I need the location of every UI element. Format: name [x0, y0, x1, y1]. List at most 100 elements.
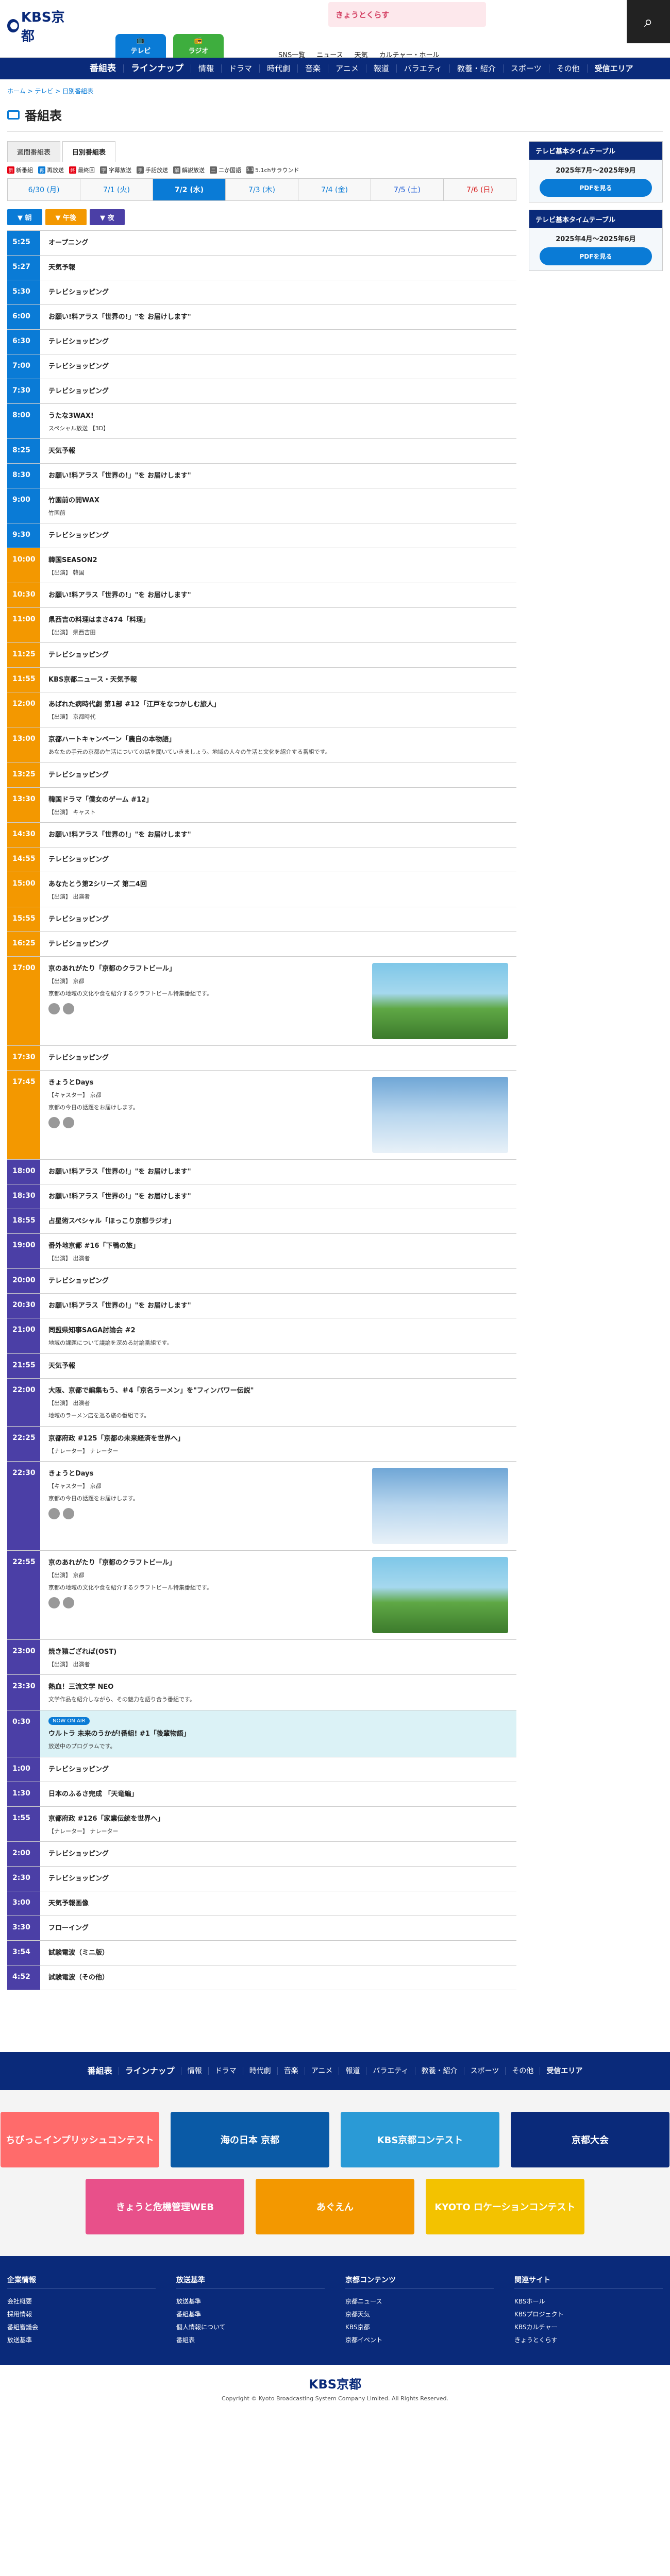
gnav-area[interactable]: 受信エリア	[588, 64, 641, 73]
program-title[interactable]: あなたとう第2シリーズ 第二4回	[48, 878, 508, 888]
program-row[interactable]: 9:30 テレビショッピング	[7, 523, 516, 548]
share-icon[interactable]	[48, 1597, 60, 1609]
breadcrumb[interactable]: ホーム > テレビ > 日別番組表	[0, 79, 670, 103]
program-cell[interactable]: テレビショッピング	[40, 932, 516, 956]
program-row[interactable]: 18:00 お願い!料アラス「世界の!」"を お届けします"	[7, 1160, 516, 1185]
program-title[interactable]: 大阪、京都で編集もう、＃4「京名ラーメン」を"フィンパワー伝説"	[48, 1385, 508, 1395]
program-cell[interactable]: 天気予報	[40, 439, 516, 463]
gnav-schedule[interactable]: 番組表	[82, 64, 124, 73]
program-row[interactable]: 13:00 京都ハートキャンペーン「農自の本物語」 あなたの手元の京都の生活について…	[7, 727, 516, 764]
program-title[interactable]: お願い!料アラス「世界の!」"を お届けします"	[48, 1300, 508, 1310]
date-tab[interactable]: 7/2 (水)	[153, 179, 226, 200]
program-title[interactable]: 京都ハートキャンペーン「農自の本物語」	[48, 734, 508, 743]
program-row[interactable]: 6:30 テレビショッピング	[7, 330, 516, 354]
gnav-item[interactable]: スポーツ	[504, 64, 549, 73]
date-tab[interactable]: 7/3 (木)	[226, 179, 298, 200]
program-row[interactable]: 22:25 京都府政 #125「京都の未来経済を世界へ」 【ナレーター】 ナレーター	[7, 1427, 516, 1462]
program-title[interactable]: 竹園前の開WAX	[48, 495, 508, 504]
program-row[interactable]: 3:54 試験電波（ミニ版）	[7, 1941, 516, 1966]
program-title[interactable]: テレビショッピング	[48, 913, 508, 923]
gnav-item[interactable]: その他	[549, 64, 588, 73]
tv-mode-button[interactable]: 📺 テレビ	[115, 34, 166, 58]
program-title[interactable]: 京のあれがたり「京都のクラフトビール」	[48, 1557, 364, 1567]
program-title[interactable]: 番外地京都 #16「下鴨の旅」	[48, 1240, 508, 1250]
program-row[interactable]: 18:30 お願い!料アラス「世界の!」"を お届けします"	[7, 1184, 516, 1210]
program-row[interactable]: 10:30 お願い!料アラス「世界の!」"を お届けします"	[7, 583, 516, 608]
program-row[interactable]: 0:30 NOW ON AIR ウルトラ 未来のうかが!番組! #1「後輩物語」 放送…	[7, 1710, 516, 1758]
top-link[interactable]: カルチャー・ホール	[379, 49, 440, 59]
program-title[interactable]: 天気予報画像	[48, 1897, 508, 1907]
program-title[interactable]: テレビショッピング	[48, 361, 508, 370]
program-thumbnail[interactable]	[372, 963, 508, 1040]
program-row[interactable]: 22:30 きょうとDays 【キャスター】 京都 京都の今日の話題をお届けします。	[7, 1462, 516, 1551]
footnav-item[interactable]: アニメ	[305, 2067, 340, 2076]
program-title[interactable]: テレビショッピング	[48, 385, 508, 395]
program-title[interactable]: 県西吉の料理はまさ474「料理」	[48, 614, 508, 624]
program-row[interactable]: 17:00 京のあれがたり「京都のクラフトビール」 【出演】 京都 京都の地域の文化や…	[7, 957, 516, 1046]
footnav-item[interactable]: バラエティ	[366, 2067, 415, 2076]
program-row[interactable]: 5:27 天気予報	[7, 256, 516, 280]
program-row[interactable]: 11:55 KBS京都ニュース・天気予報	[7, 668, 516, 692]
program-row[interactable]: 23:30 熱血！三流文学 NEO 文学作品を紹介しながら、その魅力を語り合う番組で…	[7, 1675, 516, 1711]
program-row[interactable]: 18:55 占星術スペシャル「ほっこり京都ラジオ」	[7, 1209, 516, 1234]
program-title[interactable]: 天気予報	[48, 445, 508, 455]
promo-banner[interactable]: あぐえん	[256, 2179, 414, 2235]
footer-link[interactable]: 番組表	[176, 2333, 325, 2346]
program-title[interactable]: お願い!料アラス「世界の!」"を お届けします"	[48, 1191, 508, 1200]
tab-daily[interactable]: 日別番組表	[62, 141, 116, 162]
share-icon[interactable]	[63, 1508, 74, 1520]
program-cell[interactable]: テレビショッピング	[40, 354, 516, 379]
program-row[interactable]: 21:55 天気予報	[7, 1354, 516, 1379]
program-row[interactable]: 7:30 テレビショッピング	[7, 379, 516, 404]
program-title[interactable]: ウルトラ 未来のうかが!番組! #1「後輩物語」	[48, 1728, 508, 1738]
program-title[interactable]: 韓国SEASON2	[48, 554, 508, 564]
program-cell[interactable]: 京都ハートキャンペーン「農自の本物語」 あなたの手元の京都の生活についての話を聞い…	[40, 727, 516, 762]
program-cell[interactable]: お願い!料アラス「世界の!」"を お届けします"	[40, 1294, 516, 1318]
footer-logo[interactable]: KBS京都	[309, 2374, 361, 2392]
footnav-item[interactable]: 報道	[339, 2067, 367, 2076]
radio-mode-button[interactable]: 📻 ラジオ	[173, 34, 224, 58]
program-cell[interactable]: テレビショッピング	[40, 523, 516, 548]
program-title[interactable]: テレビショッピング	[48, 530, 508, 539]
program-cell[interactable]: 京都府政 #125「京都の未来経済を世界へ」 【ナレーター】 ナレーター	[40, 1427, 516, 1461]
program-cell[interactable]: テレビショッピング	[40, 379, 516, 403]
share-icon[interactable]	[63, 1117, 74, 1129]
program-row[interactable]: 20:00 テレビショッピング	[7, 1269, 516, 1294]
program-cell[interactable]: 番外地京都 #16「下鴨の旅」 【出演】 出演者	[40, 1234, 516, 1268]
program-title[interactable]: 同盟県知事SAGA討論会 #2	[48, 1325, 508, 1334]
footer-link[interactable]: 会社概要	[7, 2295, 156, 2308]
program-cell[interactable]: テレビショッピング	[40, 1757, 516, 1782]
program-row[interactable]: 8:25 天気予報	[7, 439, 516, 464]
footnav-item[interactable]: 教養・紹介	[415, 2067, 464, 2076]
program-row[interactable]: 6:00 お願い!料アラス「世界の!」"を お届けします"	[7, 305, 516, 330]
program-title[interactable]: お願い!料アラス「世界の!」"を お届けします"	[48, 589, 508, 599]
program-row[interactable]: 13:25 テレビショッピング	[7, 763, 516, 788]
program-cell[interactable]: 占星術スペシャル「ほっこり京都ラジオ」	[40, 1209, 516, 1233]
program-cell[interactable]: きょうとDays 【キャスター】 京都 京都の今日の話題をお届けします。	[40, 1071, 516, 1159]
program-row[interactable]: 5:25 オープニング	[7, 231, 516, 256]
program-cell[interactable]: お願い!料アラス「世界の!」"を お届けします"	[40, 464, 516, 488]
program-row[interactable]: 14:55 テレビショッピング	[7, 848, 516, 873]
program-cell[interactable]: テレビショッピング	[40, 1269, 516, 1293]
program-row[interactable]: 22:00 大阪、京都で編集もう、＃4「京名ラーメン」を"フィンパワー伝説" 【出演…	[7, 1379, 516, 1427]
share-icon[interactable]	[48, 1508, 60, 1520]
program-title[interactable]: テレビショッピング	[48, 938, 508, 948]
program-row[interactable]: 21:00 同盟県知事SAGA討論会 #2 地域の課題について議論を深める討論番組で…	[7, 1318, 516, 1354]
pdf-button-2[interactable]: PDFを見る	[540, 247, 652, 265]
program-cell[interactable]: テレビショッピング	[40, 330, 516, 354]
gnav-item[interactable]: ラインナップ	[124, 64, 191, 73]
gnav-item[interactable]: バラエティ	[397, 64, 450, 73]
program-title[interactable]: 韓国ドラマ「僕女のゲーム #12」	[48, 794, 508, 804]
footnav-item[interactable]: スポーツ	[464, 2067, 506, 2076]
footnav-item[interactable]: 情報	[181, 2067, 209, 2076]
program-title[interactable]: テレビショッピング	[48, 336, 508, 346]
program-cell[interactable]: きょうとDays 【キャスター】 京都 京都の今日の話題をお届けします。	[40, 1462, 516, 1550]
program-cell[interactable]: テレビショッピング	[40, 907, 516, 931]
program-cell[interactable]: 県西吉の料理はまさ474「料理」 【出演】 県西吉田	[40, 608, 516, 642]
gnav-item[interactable]: アニメ	[328, 64, 366, 73]
top-link[interactable]: ニュース	[316, 49, 343, 59]
share-icon[interactable]	[63, 1597, 74, 1609]
program-cell[interactable]: 京のあれがたり「京都のクラフトビール」 【出演】 京都 京都の地域の文化や食を紹介す…	[40, 1551, 516, 1639]
program-row[interactable]: 20:30 お願い!料アラス「世界の!」"を お届けします"	[7, 1294, 516, 1319]
program-row[interactable]: 1:00 テレビショッピング	[7, 1757, 516, 1783]
